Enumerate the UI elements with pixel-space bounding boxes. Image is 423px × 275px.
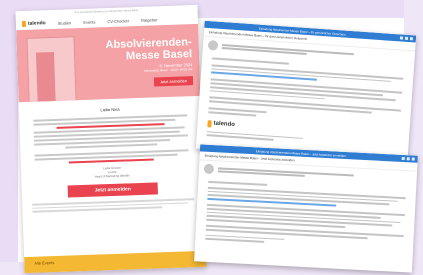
footer-strip-label[interactable]: Alle Events: [34, 260, 54, 266]
window-close-icon[interactable]: [409, 37, 414, 41]
window-minimize-icon[interactable]: [399, 36, 404, 40]
register-button[interactable]: Jetzt anmelden: [67, 182, 158, 198]
newsletter-card: Ihre persönliche Einladung zur Absolvent…: [15, 4, 207, 274]
door-illustration: [26, 36, 77, 103]
brand-logo[interactable]: talendo: [21, 20, 46, 28]
email-window-1: Einladung Absolventen-Messe Basel – Ihr …: [195, 20, 417, 164]
postscript-text: [22, 198, 204, 213]
nav-item-events[interactable]: Events: [83, 19, 95, 24]
nav-item-studien[interactable]: Studien: [58, 20, 72, 25]
background-left: [0, 0, 18, 275]
avatar-icon: [207, 40, 219, 51]
window-close-icon[interactable]: [411, 157, 415, 161]
email-body: [195, 176, 416, 254]
talendo-logo-icon: [21, 20, 27, 28]
brand-name: talendo: [27, 20, 46, 27]
nav-item-cv-checker[interactable]: CV-Checker: [107, 18, 129, 24]
talendo-logo-icon: [207, 119, 212, 128]
greeting: Liebe Nina: [100, 106, 120, 113]
window-minimize-icon[interactable]: [401, 156, 405, 161]
window-maximize-icon[interactable]: [404, 36, 409, 40]
window-maximize-icon[interactable]: [406, 157, 410, 161]
window-controls: [401, 156, 418, 161]
newsletter-body-text: [19, 114, 202, 165]
signature: Liebe Grüsse Louise Head of Marketing ta…: [21, 163, 203, 181]
hero-title: Absolvierenden- Messe Basel: [105, 36, 192, 63]
email-window-2: Einladung Absolvierenden-Messe Basel – J…: [194, 144, 418, 273]
hero-subtitle: Messeplatz Basel · 10:00–16:00 Uhr: [144, 67, 193, 73]
hero-banner: Absolvierenden- Messe Basel 8. November …: [16, 23, 201, 103]
avatar-icon: [203, 163, 215, 175]
window-controls: [399, 36, 416, 41]
email-body: [198, 53, 414, 131]
nav-item-ratgeber[interactable]: Ratgeber: [141, 17, 158, 23]
hero-register-button[interactable]: Jetzt anmelden: [153, 76, 194, 87]
